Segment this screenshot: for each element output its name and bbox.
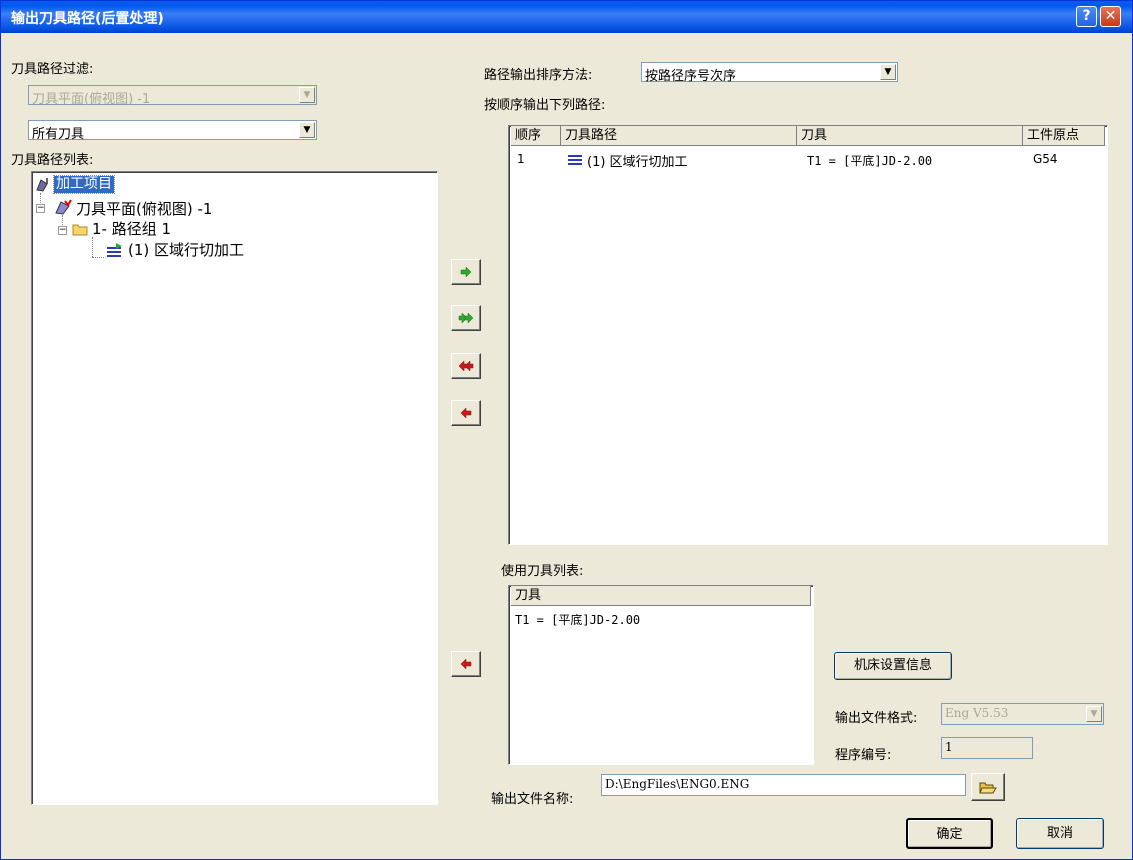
tool-row-name: T1 = [平底]JD-2.00 xyxy=(515,613,641,627)
ok-button[interactable]: 确定 xyxy=(906,818,993,849)
output-filename-label: 输出文件名称: xyxy=(491,792,574,807)
tree-group-item[interactable]: 1- 路径组 1 xyxy=(92,218,171,239)
arrow-left-icon xyxy=(460,658,472,670)
row-origin: G54 xyxy=(1033,152,1058,166)
arrow-right-icon xyxy=(460,266,472,278)
folder-icon xyxy=(72,224,88,236)
double-arrow-left-icon xyxy=(458,360,474,372)
arrow-left-icon xyxy=(460,407,472,419)
chevron-down-icon: ▼ xyxy=(299,122,315,138)
toolpath-icon xyxy=(107,243,122,257)
close-button[interactable]: ✕ xyxy=(1100,6,1121,27)
collapse-icon[interactable]: − xyxy=(58,226,67,235)
toolpath-tree[interactable]: 加工项目 − 刀具平面(俯视图) -1 − 1- 路径组 1 (1) 区域行切加… xyxy=(31,171,438,805)
output-order-label: 按顺序输出下列路径: xyxy=(484,98,606,113)
window-title: 输出刀具路径(后置处理) xyxy=(11,11,164,27)
toolplane-icon xyxy=(55,199,72,215)
tree-connector xyxy=(92,257,104,258)
output-format-label: 输出文件格式: xyxy=(835,711,918,726)
tree-toolpath-item[interactable]: (1) 区域行切加工 xyxy=(128,239,244,260)
tree-toolplane-item[interactable]: 刀具平面(俯视图) -1 xyxy=(76,198,212,219)
open-folder-icon xyxy=(979,782,997,794)
machine-settings-button[interactable]: 机床设置信息 xyxy=(834,652,952,680)
tool-filter-value: 所有刀具 xyxy=(32,127,85,142)
add-all-button[interactable] xyxy=(451,305,481,331)
help-button[interactable]: ? xyxy=(1076,6,1097,27)
tree-connector xyxy=(92,237,93,257)
output-toolpath-table[interactable]: 顺序 刀具路径 刀具 工件原点 1 (1) 区域行切加工 T1 = [平底]JD… xyxy=(508,125,1108,545)
row-tool: T1 = [平底]JD-2.00 xyxy=(807,154,933,168)
collapse-icon[interactable]: − xyxy=(36,204,45,213)
chevron-down-icon: ▼ xyxy=(880,64,896,80)
chevron-down-icon: ▼ xyxy=(299,87,315,103)
row-order: 1 xyxy=(517,152,525,166)
output-filename-field[interactable]: D:\EngFiles\ENG0.ENG xyxy=(601,774,966,796)
program-number-field[interactable]: 1 xyxy=(941,737,1033,759)
tool-filter-combo[interactable]: 所有刀具 ▼ xyxy=(28,120,317,142)
browse-button[interactable] xyxy=(971,773,1005,801)
double-arrow-right-icon xyxy=(458,312,474,324)
remove-all-button[interactable] xyxy=(451,353,481,379)
machining-project-icon xyxy=(36,178,48,192)
output-format-value: Eng V5.53 xyxy=(945,706,1009,720)
table-row[interactable]: T1 = [平底]JD-2.00 xyxy=(511,610,811,628)
column-header-order[interactable]: 顺序 xyxy=(511,126,561,146)
used-tools-table[interactable]: 刀具 T1 = [平底]JD-2.00 xyxy=(508,585,814,765)
toolpath-list-label: 刀具路径列表: xyxy=(11,153,94,168)
used-tools-label: 使用刀具列表: xyxy=(501,564,584,579)
column-header-toolpath[interactable]: 刀具路径 xyxy=(561,126,797,146)
add-one-button[interactable] xyxy=(451,259,481,285)
toolplane-filter-combo[interactable]: 刀具平面(俯视图) -1 ▼ xyxy=(28,85,317,107)
chevron-down-icon: ▼ xyxy=(1086,706,1102,722)
toolplane-filter-value: 刀具平面(俯视图) -1 xyxy=(32,92,151,107)
tree-root-item[interactable]: 加工项目 xyxy=(53,175,115,194)
table-row[interactable]: 1 (1) 区域行切加工 T1 = [平底]JD-2.00 G54 xyxy=(511,150,1105,170)
title-bar: 输出刀具路径(后置处理) ? ✕ xyxy=(1,1,1132,33)
column-header-origin[interactable]: 工件原点 xyxy=(1023,126,1105,146)
row-toolpath: (1) 区域行切加工 xyxy=(587,155,688,170)
post-process-dialog: 输出刀具路径(后置处理) ? ✕ 刀具路径过滤: 刀具平面(俯视图) -1 ▼ … xyxy=(0,0,1133,860)
sort-method-combo[interactable]: 按路径序号次序 ▼ xyxy=(641,62,898,84)
remove-tool-button[interactable] xyxy=(451,651,481,677)
column-header-tool[interactable]: 刀具 xyxy=(511,586,811,606)
filter-label: 刀具路径过滤: xyxy=(11,62,94,77)
remove-one-button[interactable] xyxy=(451,400,481,426)
output-format-combo[interactable]: Eng V5.53 ▼ xyxy=(941,703,1104,725)
column-header-tool[interactable]: 刀具 xyxy=(797,126,1023,146)
sort-method-value: 按路径序号次序 xyxy=(645,69,737,84)
sort-method-label: 路径输出排序方法: xyxy=(484,68,593,83)
toolpath-icon xyxy=(568,155,582,165)
cancel-button[interactable]: 取消 xyxy=(1016,818,1104,849)
program-number-label: 程序编号: xyxy=(835,748,892,763)
